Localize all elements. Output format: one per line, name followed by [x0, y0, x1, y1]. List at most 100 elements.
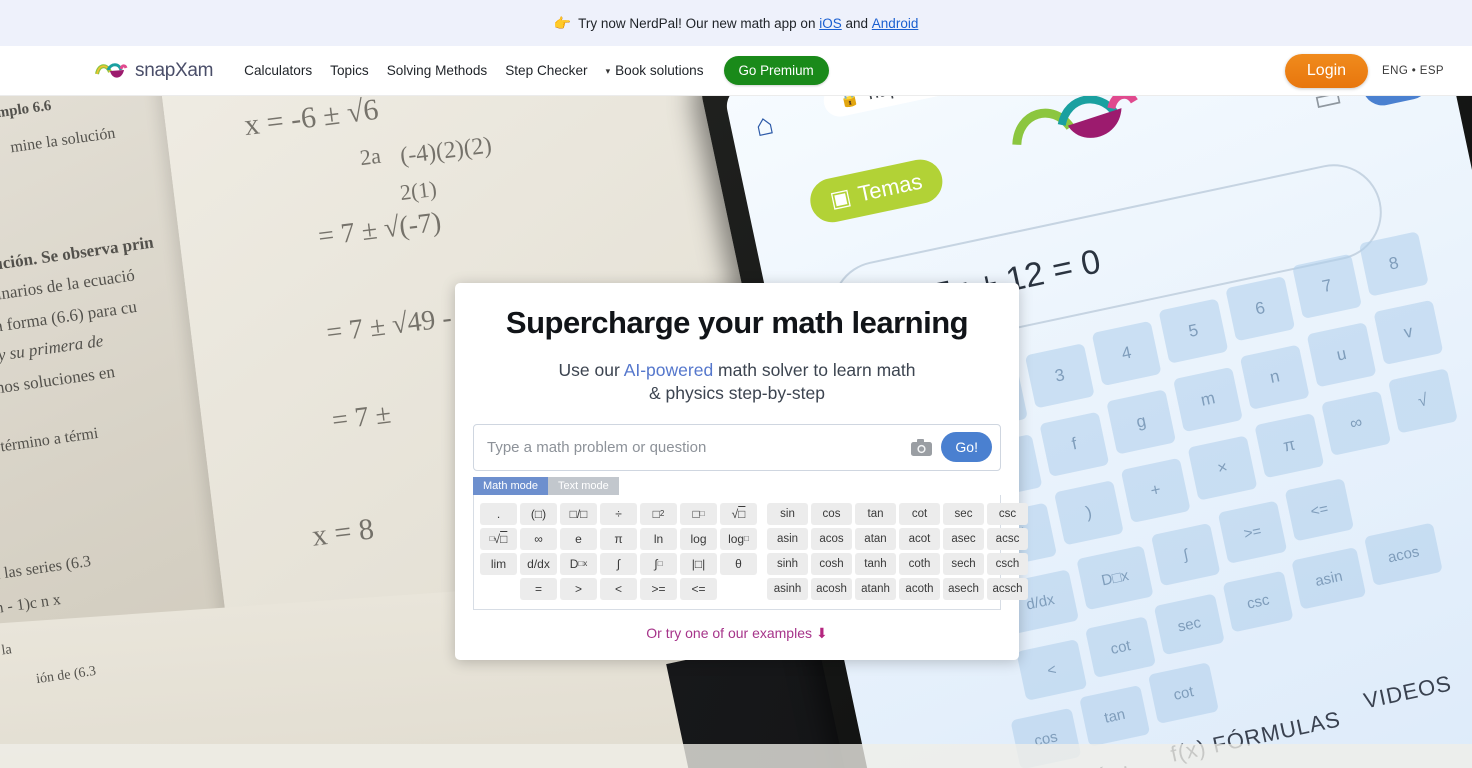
- nav-item-book-solutions[interactable]: ▾ Book solutions: [597, 57, 713, 84]
- key-theta[interactable]: θ: [720, 552, 757, 575]
- key-fraction[interactable]: □/□: [560, 502, 597, 525]
- phone-key: m: [1173, 366, 1243, 433]
- key-asech[interactable]: asech: [943, 577, 984, 600]
- nav-item-solving-methods[interactable]: Solving Methods: [378, 57, 497, 84]
- logo-text: snapXam: [135, 59, 214, 81]
- page-subtitle: Use our AI-powered math solver to learn …: [455, 359, 1019, 406]
- key-sec[interactable]: sec: [943, 502, 984, 525]
- key-sqrt[interactable]: √ □: [720, 502, 757, 525]
- key-sech[interactable]: sech: [943, 552, 984, 575]
- phone-key: D□x: [1076, 545, 1154, 611]
- banner-android-link[interactable]: Android: [872, 16, 919, 31]
- key-euler-e[interactable]: e: [560, 527, 597, 550]
- key-tanh[interactable]: tanh: [855, 552, 896, 575]
- key-acos[interactable]: acos: [811, 527, 852, 550]
- key-asec[interactable]: asec: [943, 527, 984, 550]
- search-input[interactable]: [487, 438, 912, 456]
- phone-key: ∫: [1150, 522, 1221, 587]
- key-power[interactable]: □ □: [680, 502, 717, 525]
- key-asinh[interactable]: asinh: [767, 577, 808, 600]
- key-limit[interactable]: lim: [480, 552, 517, 575]
- phone-go-chip: Go!: [1358, 96, 1434, 110]
- key-csch[interactable]: csch: [987, 552, 1028, 575]
- phone-key: cot: [1147, 662, 1219, 724]
- login-button[interactable]: Login: [1284, 53, 1369, 88]
- phone-key: 7: [1292, 253, 1362, 319]
- tab-math-mode[interactable]: Math mode: [473, 476, 549, 495]
- key-asin[interactable]: asin: [767, 527, 808, 550]
- key-square[interactable]: □ 2: [640, 502, 677, 525]
- keypad-trig-group: sin cos tan cot sec csc asin acos atan a…: [767, 502, 1028, 600]
- go-button[interactable]: Go!: [941, 432, 992, 463]
- key-acoth[interactable]: acoth: [899, 577, 940, 600]
- key-sinh[interactable]: sinh: [767, 552, 808, 575]
- announcement-banner: 👉 Try now NerdPal! Our new math app on i…: [0, 0, 1472, 46]
- phone-key: n: [1239, 344, 1310, 410]
- go-premium-button[interactable]: Go Premium: [723, 56, 829, 85]
- nav-item-step-checker[interactable]: Step Checker: [496, 57, 596, 84]
- key-derivative[interactable]: d/dx: [520, 552, 557, 575]
- hero-bottom-overlay: [0, 744, 1472, 768]
- search-box[interactable]: Go!: [473, 423, 1001, 471]
- key-acsch[interactable]: acsch: [987, 577, 1028, 600]
- key-ln[interactable]: ln: [640, 527, 677, 550]
- key-divide[interactable]: ÷: [600, 502, 637, 525]
- key-sin[interactable]: sin: [767, 502, 808, 525]
- key-less-equal[interactable]: <=: [680, 577, 717, 600]
- subtitle-post: math solver to learn math: [713, 360, 916, 380]
- subtitle-line2: & physics step-by-step: [648, 383, 826, 404]
- key-parentheses[interactable]: (□): [520, 502, 557, 525]
- phone-key: π: [1254, 412, 1325, 479]
- banner-ios-link[interactable]: iOS: [819, 16, 842, 31]
- key-csc[interactable]: csc: [987, 502, 1028, 525]
- search-area: Go! Math mode Text mode . (□) □/□ ÷ □2 □…: [473, 423, 1028, 610]
- key-tan[interactable]: tan: [855, 502, 896, 525]
- key-atanh[interactable]: atanh: [855, 577, 896, 600]
- phone-key: cot: [1085, 616, 1157, 679]
- key-less-than[interactable]: <: [600, 577, 637, 600]
- nav-item-book-solutions-label: Book solutions: [615, 63, 704, 78]
- key-acsc[interactable]: acsc: [987, 527, 1028, 550]
- language-switcher[interactable]: ENG • ESP: [1382, 65, 1444, 77]
- phone-camera-icon: ▭: [1310, 96, 1346, 118]
- key-nth-derivative[interactable]: D □ x: [560, 552, 597, 575]
- key-dot[interactable]: .: [480, 502, 517, 525]
- key-equals[interactable]: =: [520, 577, 557, 600]
- key-integral[interactable]: ∫: [600, 552, 637, 575]
- key-acosh[interactable]: acosh: [811, 577, 852, 600]
- phone-key: √: [1387, 368, 1458, 434]
- camera-icon[interactable]: [911, 438, 933, 456]
- examples-link[interactable]: Or try one of our examples ⬇: [455, 625, 1019, 642]
- key-blank: [720, 578, 757, 600]
- phone-topics-chip: ▣ Temas: [806, 155, 947, 227]
- key-log[interactable]: log: [680, 527, 717, 550]
- handwriting-line: 2a: [358, 142, 383, 171]
- key-absolute-value[interactable]: |□|: [680, 552, 717, 575]
- arrow-down-icon: ⬇: [816, 624, 828, 641]
- phone-key: ∞: [1321, 390, 1392, 456]
- examples-label: Or try one of our examples: [646, 624, 812, 641]
- phone-key: g: [1106, 389, 1177, 455]
- key-cosh[interactable]: cosh: [811, 552, 852, 575]
- key-log-base[interactable]: log □: [720, 527, 757, 550]
- key-atan[interactable]: atan: [855, 527, 896, 550]
- phone-key: acos: [1363, 522, 1443, 587]
- key-cot[interactable]: cot: [899, 502, 940, 525]
- keypad-row: lim d/dx D □ x ∫ ∫ □ |□| θ: [480, 552, 757, 575]
- key-infinity[interactable]: ∞: [520, 527, 557, 550]
- phone-key: f: [1039, 411, 1110, 477]
- phone-key: <=: [1284, 478, 1355, 542]
- tab-text-mode[interactable]: Text mode: [548, 476, 619, 495]
- nav-item-calculators[interactable]: Calculators: [235, 57, 321, 84]
- key-definite-integral[interactable]: ∫ □: [640, 552, 677, 575]
- key-pi[interactable]: π: [600, 527, 637, 550]
- key-coth[interactable]: coth: [899, 552, 940, 575]
- site-logo[interactable]: snapXam: [95, 59, 213, 83]
- phone-key: <: [1016, 639, 1088, 701]
- key-nth-root[interactable]: □ √ □: [480, 527, 517, 550]
- nav-item-topics[interactable]: Topics: [321, 57, 378, 84]
- key-cos[interactable]: cos: [811, 502, 852, 525]
- key-greater-than[interactable]: >: [560, 577, 597, 600]
- key-greater-equal[interactable]: >=: [640, 577, 677, 600]
- key-acot[interactable]: acot: [899, 527, 940, 550]
